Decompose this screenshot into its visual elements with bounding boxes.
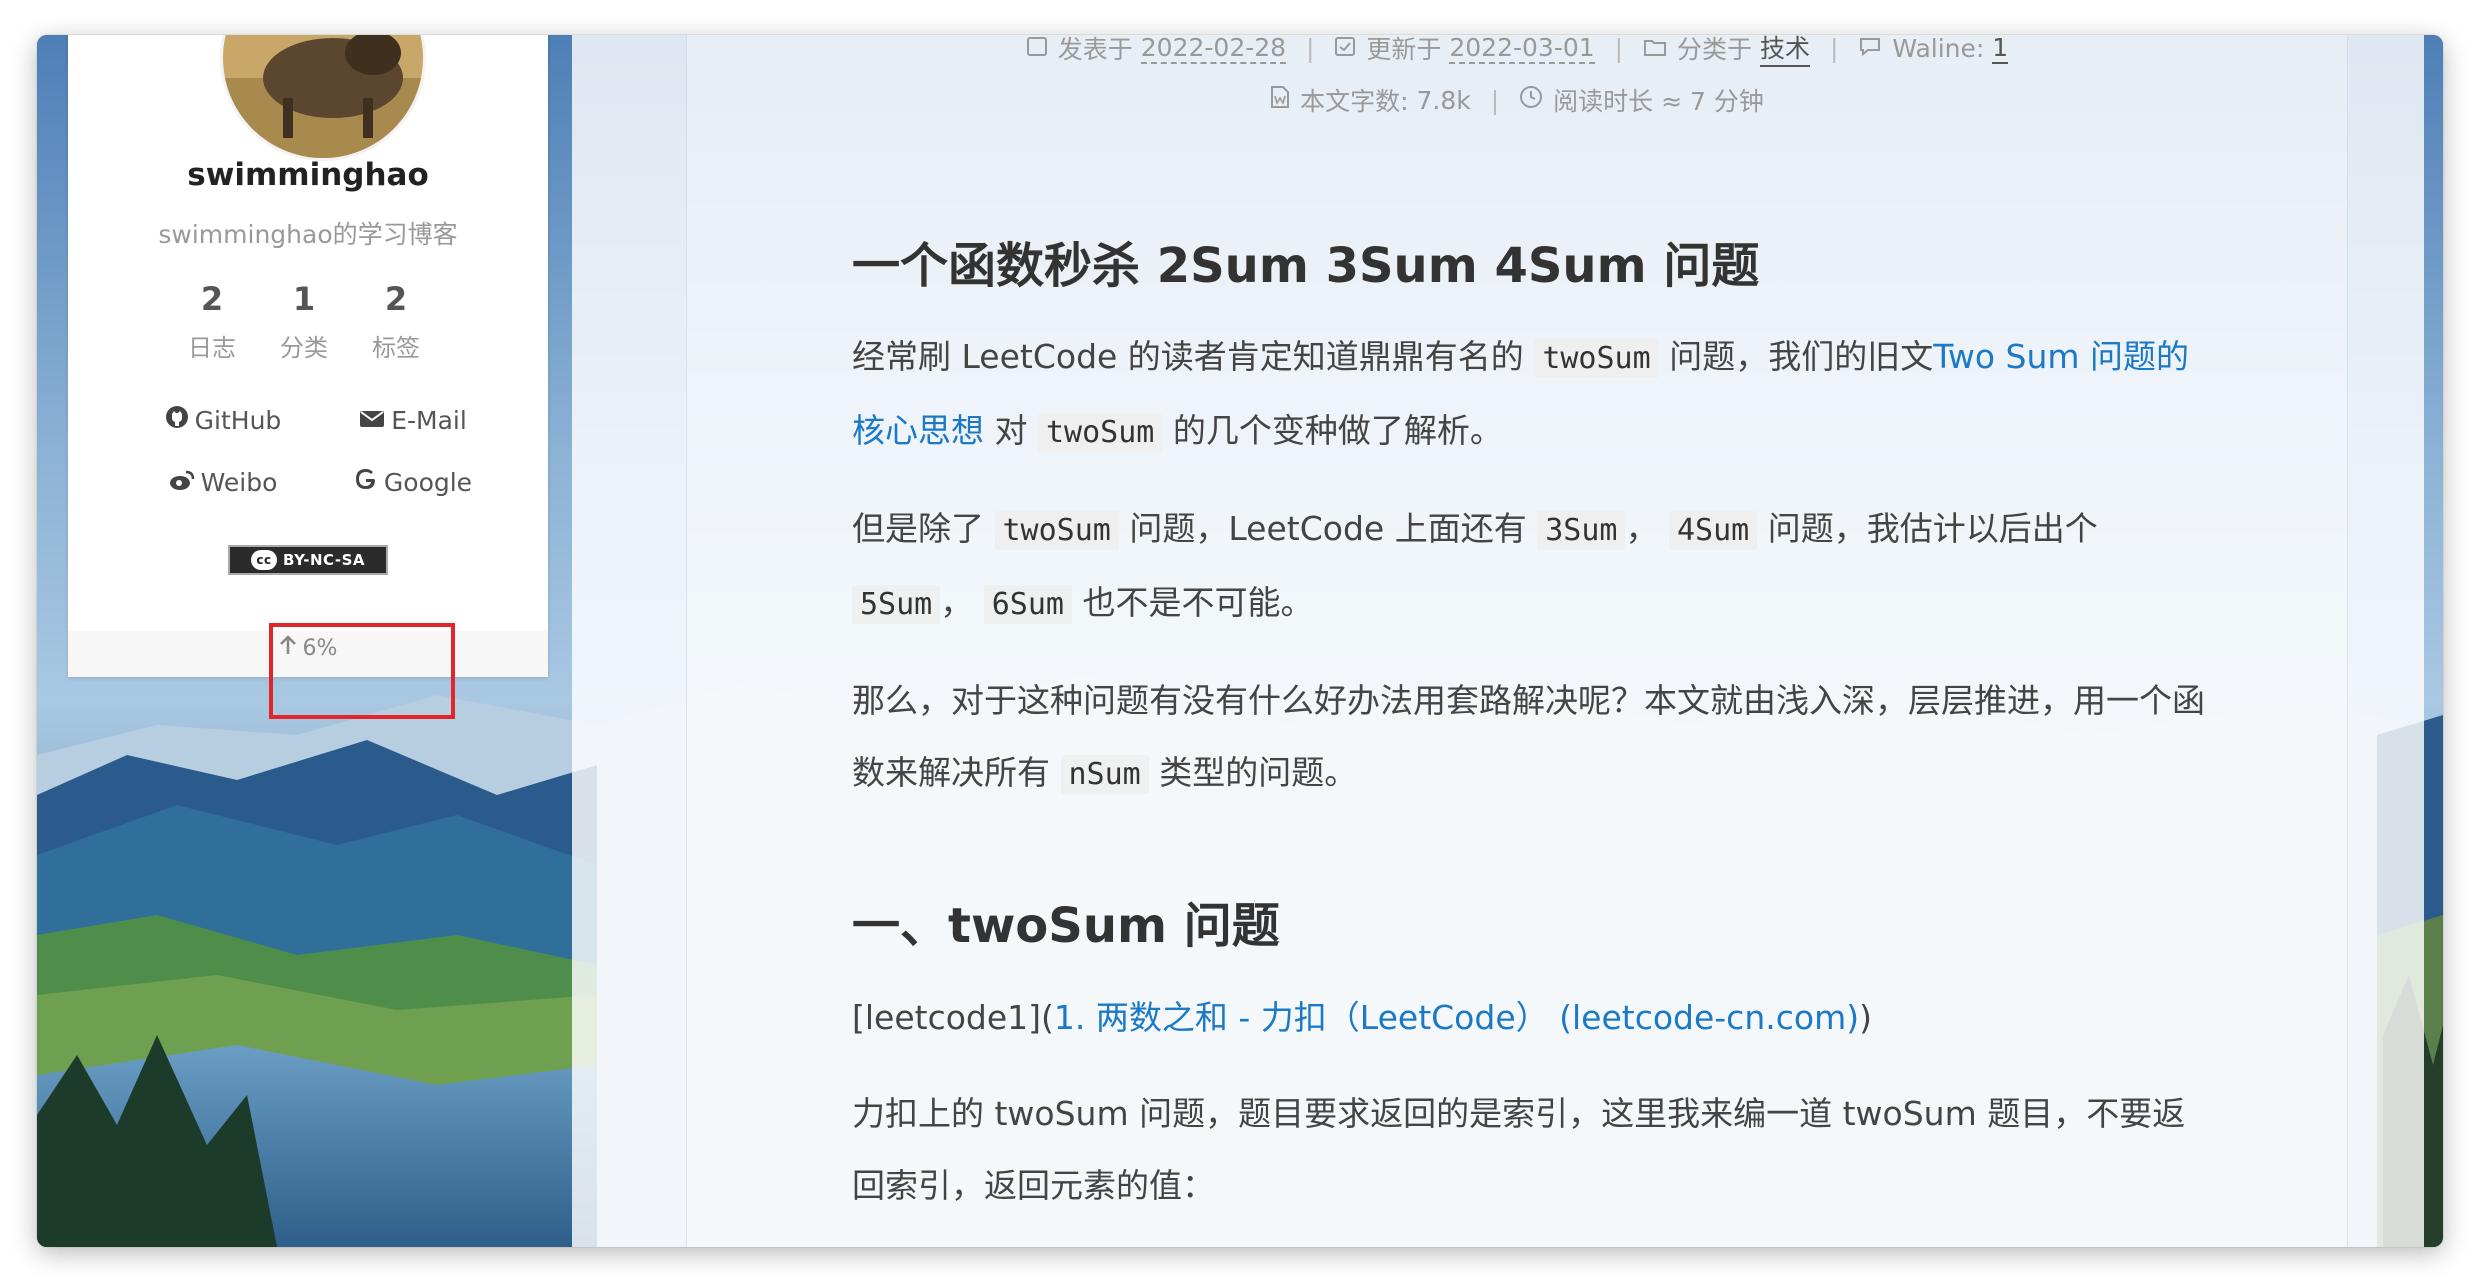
post-category: 分类于 技术 [1643, 35, 1810, 67]
cc-icon: cc [250, 550, 277, 570]
social-link-google[interactable]: Google [318, 467, 508, 497]
inline-code: 4Sum [1668, 511, 1758, 551]
post-wordcount-value: 7.8k [1416, 85, 1471, 115]
github-icon [165, 405, 195, 435]
text: [leetcode1]( [852, 997, 1054, 1037]
post-updated-label: 更新于 [1366, 35, 1442, 64]
inline-code: 6Sum [983, 585, 1072, 625]
author-name: swimminghao [187, 157, 429, 193]
browser-window: swimminghao swimminghao的学习博客 2 日志 1 分类 2… [37, 35, 2443, 1247]
post-updated: 更新于 2022-03-01 [1334, 35, 1595, 66]
post-meta-line-1: 发表于 2022-02-28 | 更新于 2022-03-01 | 分类于 技术… [687, 35, 2347, 67]
google-icon [354, 467, 384, 497]
post-date-label: 发表于 [1057, 35, 1133, 64]
post-updated-value: 2022-03-01 [1449, 35, 1595, 64]
text: ， [940, 583, 974, 623]
text: 也不是不可能。 [1082, 583, 1314, 623]
paragraph-3: 那么，对于这种问题有没有什么好办法用套路解决呢？本文就由浅入深，层层推进，用一个… [852, 665, 2215, 811]
article-link-leetcode[interactable]: 1. 两数之和 - 力扣（LeetCode） (leetcode-cn.com) [1054, 998, 1859, 1037]
inline-code: twoSum [1038, 413, 1163, 453]
post-heading-2: 一、twoSum 问题 [852, 898, 1280, 955]
post-comments-count[interactable]: 1 [1992, 35, 2009, 64]
text: 问题，LeetCode 上面还有 [1129, 509, 1527, 549]
text: ， [1625, 509, 1659, 549]
site-stats: 2 日志 1 分类 2 标签 [166, 280, 442, 363]
post-container: 发表于 2022-02-28 | 更新于 2022-03-01 | 分类于 技术… [686, 35, 2348, 1247]
post-readtime: 阅读时长 ≈ 7 分钟 [1519, 82, 1764, 118]
post-readtime-value: 7 分钟 [1689, 87, 1764, 116]
post-comments: Waline: 1 [1858, 35, 2009, 64]
inline-code: 5Sum [852, 585, 941, 625]
highlight-annotation [269, 623, 455, 719]
paragraph-5: 力扣上的 twoSum 问题，题目要求返回的是索引，这里我来编一道 twoSum… [852, 1093, 2186, 1205]
license-label: BY-NC-SA [282, 551, 366, 569]
sidebar-author-panel: swimminghao swimminghao的学习博客 2 日志 1 分类 2… [68, 35, 548, 719]
stat-categories[interactable]: 1 分类 [258, 280, 350, 363]
post-date: 发表于 2022-02-28 [1026, 35, 1287, 66]
author-avatar[interactable] [220, 35, 426, 161]
stat-tags[interactable]: 2 标签 [350, 280, 442, 363]
stat-posts[interactable]: 2 日志 [166, 280, 258, 363]
text: 问题，我们的旧文 [1669, 337, 1934, 377]
paragraph-2: 但是除了 twoSum 问题，LeetCode 上面还有 3Sum， 4Sum … [852, 493, 2215, 641]
stat-categories-count: 1 [292, 280, 316, 318]
post-heading-1: 一个函数秒杀 2Sum 3Sum 4Sum 问题 [852, 238, 1760, 294]
inline-code: twoSum [1534, 339, 1659, 379]
post-body: 一个函数秒杀 2Sum 3Sum 4Sum 问题 经常刷 LeetCode 的读… [852, 235, 2215, 1222]
paragraph-1: 经常刷 LeetCode 的读者肯定知道鼎鼎有名的 twoSum 问题，我们的旧… [852, 321, 2215, 469]
stat-categories-label: 分类 [280, 334, 328, 362]
text: 但是除了 [852, 509, 984, 549]
license-badge[interactable]: cc BY-NC-SA [228, 545, 388, 575]
stat-posts-count: 2 [200, 280, 224, 318]
text: 类型的问题。 [1159, 753, 1358, 793]
comment-icon [1858, 35, 1892, 63]
inline-code: nSum [1060, 755, 1149, 795]
folder-icon [1643, 35, 1677, 63]
post-meta-line-2: 本文字数: 7.8k | 阅读时长 ≈ 7 分钟 [687, 82, 2347, 118]
social-link-github-label: GitHub [194, 405, 282, 435]
text: 对 [994, 411, 1028, 451]
social-link-email-label: E-Mail [391, 405, 467, 435]
text: 经常刷 LeetCode 的读者肯定知道鼎鼎有名的 [852, 337, 1524, 377]
text: ) [1859, 997, 1872, 1037]
inline-code: twoSum [994, 511, 1119, 551]
text: 的几个变种做了解析。 [1172, 411, 1503, 451]
social-link-google-label: Google [383, 467, 473, 497]
post-comments-label: Waline: [1892, 35, 1985, 63]
envelope-icon [359, 406, 391, 435]
post-wordcount: 本文字数: 7.8k [1270, 82, 1471, 118]
calendar-icon [1026, 35, 1058, 63]
post-readtime-label: 阅读时长 ≈ [1553, 87, 1683, 116]
post-date-value: 2022-02-28 [1140, 35, 1287, 64]
text: 那么，对于这种问题有没有什么好办法用套路解决呢？本文就由浅入深，层层推进，用一个… [852, 681, 2205, 793]
inline-code: 3Sum [1537, 511, 1626, 551]
paragraph-4: [leetcode1](1. 两数之和 - 力扣（LeetCode） (leet… [852, 982, 2215, 1054]
calendar-check-icon [1334, 35, 1366, 63]
social-links: GitHub E-Mail Weibo Google [128, 405, 508, 497]
clock-icon [1519, 85, 1553, 115]
stat-posts-label: 日志 [188, 334, 236, 362]
file-word-icon [1270, 85, 1300, 115]
social-link-github[interactable]: GitHub [128, 405, 318, 435]
social-link-email[interactable]: E-Mail [318, 405, 508, 435]
main-content: 发表于 2022-02-28 | 更新于 2022-03-01 | 分类于 技术… [572, 35, 2424, 1247]
weibo-icon [169, 468, 201, 497]
text: 问题，我估计以后出个 [1767, 509, 2098, 549]
social-link-weibo-label: Weibo [200, 467, 278, 497]
author-description: swimminghao的学习博客 [158, 220, 458, 249]
social-link-weibo[interactable]: Weibo [128, 467, 318, 497]
post-category-link[interactable]: 技术 [1759, 35, 1810, 67]
stat-tags-count: 2 [384, 280, 408, 318]
post-wordcount-label: 本文字数: [1300, 87, 1409, 116]
post-category-label: 分类于 [1677, 35, 1753, 64]
stat-tags-label: 标签 [372, 334, 420, 362]
